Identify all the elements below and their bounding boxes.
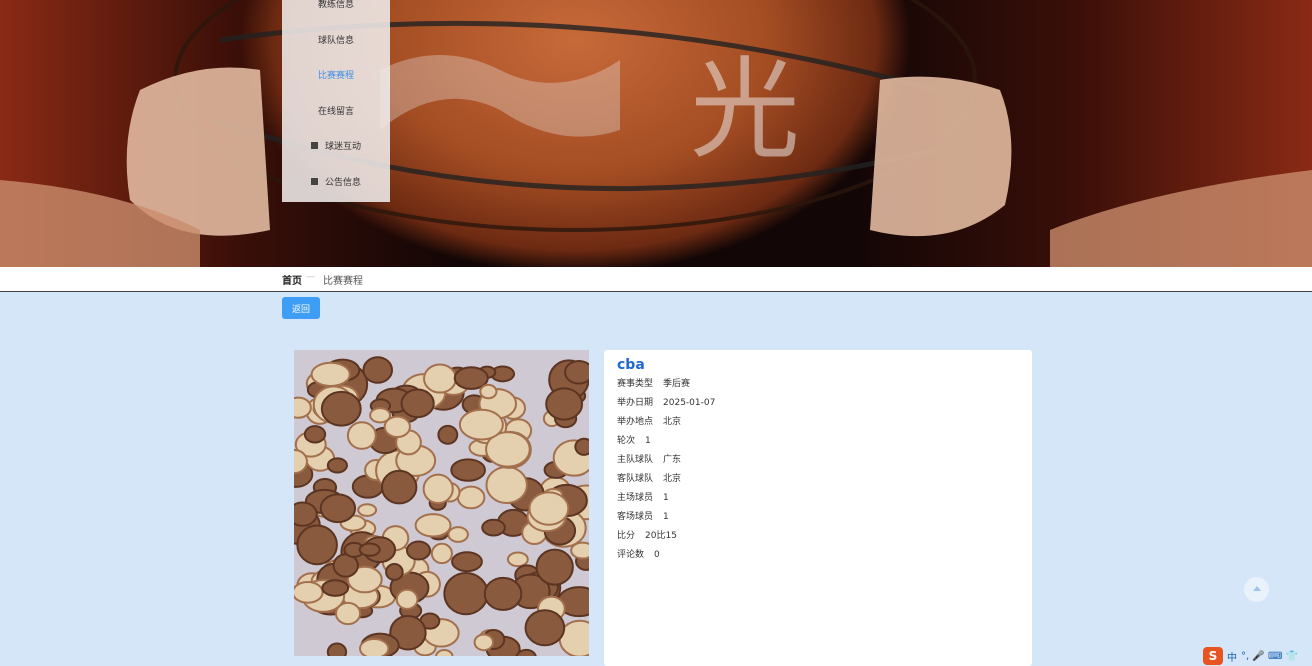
nav-item-label: 球迷互动: [324, 142, 361, 153]
field-value: 0: [654, 550, 660, 560]
square-icon: [310, 177, 318, 185]
field-row: 比分 20比15: [617, 528, 677, 541]
field-row: 轮次 1: [617, 433, 651, 446]
field-value: 20比15: [645, 531, 677, 541]
nav-item-coach-info[interactable]: 教练信息: [282, 0, 390, 22]
nav-item-fan-interaction[interactable]: 球迷互动: [282, 128, 390, 164]
field-label: 主场球员: [617, 493, 654, 503]
field-value: 1: [645, 436, 651, 446]
field-value: 2025-01-07: [663, 398, 716, 408]
match-detail-card: cba 赛事类型 季后赛 举办日期 2025-01-07 举办地点 北京 轮次 1 主队…: [604, 350, 1032, 666]
field-label: 客场球员: [617, 512, 654, 522]
field-value: 北京: [663, 417, 682, 427]
field-row: 举办日期 2025-01-07: [617, 395, 715, 408]
glasses-watermark: [380, 55, 620, 137]
square-icon: [310, 142, 318, 150]
field-value: 1: [663, 493, 669, 503]
back-button[interactable]: 返回: [282, 297, 320, 319]
hero-banner: 光: [0, 0, 1312, 267]
field-label: 赛事类型: [617, 379, 654, 389]
nav-menu: 教练信息 球队信息 比赛赛程 在线留言 球迷互动 公告信息: [282, 0, 390, 202]
sogou-logo-icon[interactable]: S: [1203, 647, 1223, 665]
field-row: 举办地点 北京: [617, 414, 681, 427]
field-label: 轮次: [617, 436, 636, 446]
nav-item-online-message[interactable]: 在线留言: [282, 93, 390, 129]
nav-item-label: 公告信息: [324, 177, 361, 188]
field-value: 季后赛: [663, 379, 691, 389]
breadcrumb-separator: —: [306, 272, 315, 282]
basketball-illustration: [0, 0, 1312, 267]
watermark-text: 光: [690, 46, 800, 174]
nav-item-label: 教练信息: [317, 0, 354, 11]
scroll-to-top-button[interactable]: [1244, 577, 1269, 602]
field-row: 主队球队 广东: [617, 452, 681, 465]
nav-item-match-schedule[interactable]: 比赛赛程: [282, 57, 390, 93]
field-value: 1: [663, 512, 669, 522]
herb-slices-image: [294, 356, 589, 656]
nav-item-announcement[interactable]: 公告信息: [282, 164, 390, 200]
field-label: 举办地点: [617, 417, 654, 427]
breadcrumb: 首页 — 比赛赛程: [0, 267, 1312, 292]
match-title: cba: [617, 357, 645, 373]
field-label: 客队球队: [617, 474, 654, 484]
field-label: 评论数: [617, 550, 645, 560]
field-label: 举办日期: [617, 398, 654, 408]
field-row: 客队球队 北京: [617, 471, 681, 484]
ime-tools-icon[interactable]: °, 🎤 ⌨ 👕: [1241, 651, 1298, 662]
field-value: 广东: [663, 455, 682, 465]
breadcrumb-home-link[interactable]: 首页: [282, 272, 302, 287]
field-row: 主场球员 1: [617, 490, 669, 503]
ime-language-toggle[interactable]: 中: [1227, 649, 1237, 664]
field-label: 比分: [617, 531, 636, 541]
nav-item-team-info[interactable]: 球队信息: [282, 22, 390, 58]
nav-item-label: 在线留言: [317, 106, 354, 117]
field-row: 评论数 0: [617, 547, 660, 560]
nav-item-label: 球队信息: [317, 35, 354, 46]
field-label: 主队球队: [617, 455, 654, 465]
ime-toolbar: S 中 °, 🎤 ⌨ 👕: [1203, 646, 1312, 666]
breadcrumb-current: 比赛赛程: [323, 276, 363, 287]
field-row: 客场球员 1: [617, 509, 669, 522]
field-row: 赛事类型 季后赛: [617, 376, 690, 389]
field-value: 北京: [663, 474, 682, 484]
nav-item-label: 比赛赛程: [317, 71, 354, 82]
match-image: [294, 350, 589, 656]
